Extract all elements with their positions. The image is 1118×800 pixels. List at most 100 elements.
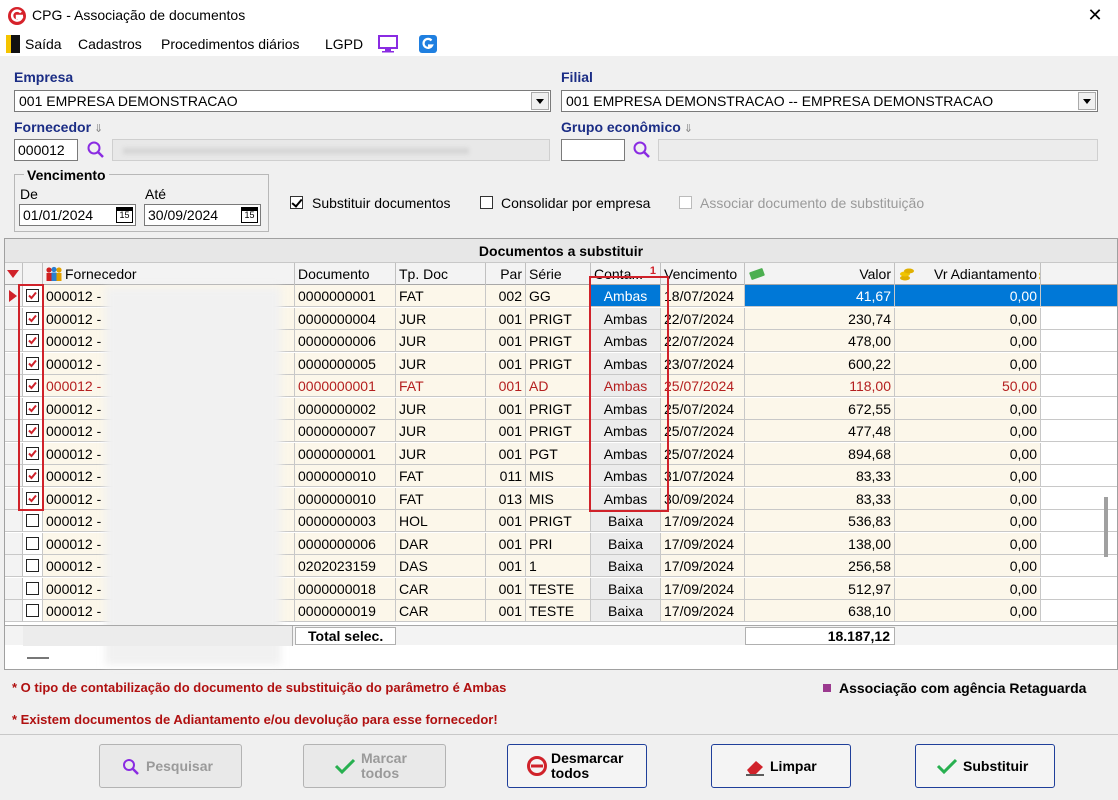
- de-label: De: [20, 186, 38, 202]
- consolidar-label: Consolidar por empresa: [501, 195, 651, 211]
- pesquisar-button[interactable]: Pesquisar: [99, 744, 242, 788]
- checkbox-checked-icon[interactable]: [26, 334, 39, 347]
- horizontal-scrollbar[interactable]: [27, 657, 49, 659]
- cell-serie: MIS: [526, 465, 591, 487]
- header-vencimento[interactable]: Vencimento: [661, 263, 745, 285]
- vertical-scrollbar[interactable]: [1104, 497, 1108, 557]
- desmarcar-label-1: Desmarcar: [551, 750, 624, 766]
- checkbox-checked-icon[interactable]: [26, 424, 39, 437]
- row-checkbox[interactable]: [23, 285, 43, 307]
- header-fornecedor[interactable]: Fornecedor: [43, 263, 295, 285]
- cell-par: 001: [486, 420, 526, 442]
- search-icon[interactable]: [632, 140, 652, 160]
- row-checkbox[interactable]: [23, 555, 43, 577]
- cell-serie: 1: [526, 555, 591, 577]
- row-indicator: [5, 330, 23, 352]
- row-checkbox[interactable]: [23, 600, 43, 622]
- header-par[interactable]: Par: [486, 263, 526, 285]
- empresa-select[interactable]: 001 EMPRESA DEMONSTRACAO: [14, 90, 551, 112]
- header-valor[interactable]: Valor: [745, 263, 895, 285]
- menu-saida[interactable]: Saída: [25, 36, 62, 52]
- fornecedor-label: Fornecedor ⇓: [14, 119, 104, 135]
- cell-vencimento: 17/09/2024: [661, 555, 745, 577]
- substituir-checkbox[interactable]: [290, 196, 303, 209]
- row-filler: [1041, 442, 1117, 465]
- row-checkbox[interactable]: [23, 465, 43, 487]
- date-ate-field[interactable]: 30/09/2024 15: [144, 204, 261, 226]
- grupo-code-input[interactable]: [561, 139, 625, 161]
- checkbox-checked-icon[interactable]: [26, 379, 39, 392]
- row-checkbox[interactable]: [23, 420, 43, 442]
- checkbox-unchecked-icon[interactable]: [26, 604, 39, 617]
- cell-conta: Baixa: [591, 577, 661, 600]
- row-checkbox[interactable]: [23, 577, 43, 600]
- cell-par: 011: [486, 465, 526, 487]
- row-checkbox[interactable]: [23, 397, 43, 420]
- checkbox-checked-icon[interactable]: [26, 469, 39, 482]
- calendar-icon[interactable]: 15: [116, 207, 133, 223]
- header-adiantamento[interactable]: Vr Adiantamento: [895, 263, 1041, 285]
- row-checkbox[interactable]: [23, 307, 43, 330]
- pesquisar-label: Pesquisar: [146, 758, 213, 774]
- date-de-field[interactable]: 01/01/2024 15: [19, 204, 136, 226]
- close-button[interactable]: ✕: [1072, 0, 1118, 32]
- calendar-icon[interactable]: 15: [241, 207, 258, 223]
- row-checkbox[interactable]: [23, 375, 43, 397]
- monitor-icon[interactable]: [377, 34, 399, 54]
- checkbox-unchecked-icon[interactable]: [26, 536, 39, 550]
- checkbox-checked-icon[interactable]: [26, 446, 39, 460]
- desmarcar-todos-button[interactable]: Desmarcar todos: [507, 744, 647, 788]
- brand-g-icon[interactable]: [418, 34, 438, 54]
- cell-tpdoc: CAR: [396, 577, 486, 600]
- total-label: Total selec.: [295, 627, 396, 645]
- cell-valor: 512,97: [745, 577, 895, 600]
- checkbox-checked-icon[interactable]: [26, 491, 39, 505]
- limpar-button[interactable]: Limpar: [711, 744, 851, 788]
- cell-valor: 83,33: [745, 465, 895, 487]
- checkbox-checked-icon[interactable]: [26, 289, 39, 302]
- checkbox-checked-icon[interactable]: [26, 356, 39, 370]
- row-checkbox[interactable]: [23, 487, 43, 510]
- marcar-todos-button[interactable]: Marcar todos: [303, 744, 446, 788]
- row-checkbox[interactable]: [23, 510, 43, 532]
- cell-par: 013: [486, 487, 526, 510]
- menu-cadastros[interactable]: Cadastros: [78, 36, 142, 52]
- checkbox-checked-icon[interactable]: [26, 401, 39, 415]
- note-adiantamento: * Existem documentos de Adiantamento e/o…: [12, 712, 498, 727]
- substituir-button[interactable]: Substituir: [915, 744, 1055, 788]
- row-checkbox[interactable]: [23, 330, 43, 352]
- checkbox-unchecked-icon[interactable]: [26, 581, 39, 595]
- window-title: CPG - Associação de documentos: [32, 7, 246, 23]
- cell-valor: 41,67: [745, 285, 895, 307]
- marcar-label-1: Marcar: [361, 750, 407, 766]
- menu-procedimentos[interactable]: Procedimentos diários: [161, 36, 300, 52]
- row-indicator: [5, 600, 23, 622]
- row-checkbox[interactable]: [23, 532, 43, 555]
- menu-lgpd[interactable]: LGPD: [325, 36, 363, 52]
- checkbox-unchecked-icon[interactable]: [26, 514, 39, 527]
- header-tpdoc[interactable]: Tp. Doc: [396, 263, 486, 285]
- header-conta[interactable]: Conta... 1: [591, 263, 661, 285]
- cell-documento: 0000000003: [295, 510, 396, 532]
- consolidar-checkbox[interactable]: [480, 196, 493, 209]
- chevron-down-icon[interactable]: [1078, 92, 1096, 110]
- row-checkbox[interactable]: [23, 442, 43, 465]
- filial-select[interactable]: 001 EMPRESA DEMONSTRACAO -- EMPRESA DEMO…: [561, 90, 1098, 112]
- header-documento[interactable]: Documento: [295, 263, 396, 285]
- filter-triangle-icon: [7, 270, 19, 278]
- associar-checkbox[interactable]: [679, 196, 692, 209]
- cell-vencimento: 17/09/2024: [661, 532, 745, 555]
- row-checkbox[interactable]: [23, 352, 43, 375]
- fornecedor-code-input[interactable]: 000012: [14, 139, 78, 161]
- search-icon: [123, 759, 139, 775]
- checkbox-unchecked-icon[interactable]: [26, 559, 39, 572]
- checkbox-checked-icon[interactable]: [26, 311, 39, 325]
- cell-tpdoc: HOL: [396, 510, 486, 532]
- cell-par: 001: [486, 330, 526, 352]
- totals-row: Total selec. 18.187,12: [5, 625, 1117, 646]
- chevron-down-icon[interactable]: [531, 92, 549, 110]
- search-icon[interactable]: [86, 140, 106, 160]
- cell-adiantamento: 0,00: [895, 420, 1041, 442]
- header-serie[interactable]: Série: [526, 263, 591, 285]
- grupo-name-field: [658, 139, 1098, 161]
